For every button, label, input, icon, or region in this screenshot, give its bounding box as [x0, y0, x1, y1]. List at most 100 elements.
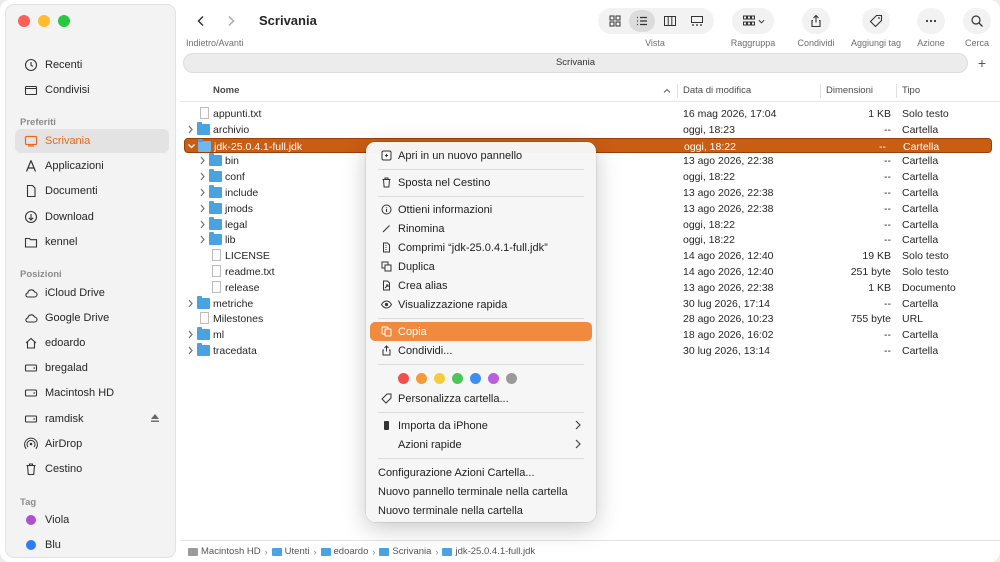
finder-window: Recenti Condivisi Preferiti Scrivania Ap…	[0, 0, 1000, 562]
sidebar-item-recenti[interactable]: Recenti	[15, 53, 169, 77]
menu-item-make-alias[interactable]: Crea alias	[370, 276, 592, 295]
sidebar-item-cestino[interactable]: Cestino	[15, 457, 169, 481]
sidebar-item-label: ramdisk	[45, 413, 84, 425]
share-label: Condividi	[797, 38, 835, 48]
file-size: --	[884, 202, 891, 215]
disclosure-chevron-right-icon[interactable]	[198, 187, 207, 198]
sidebar-item-label: Blu	[45, 539, 61, 551]
sidebar-item-condivisi[interactable]: Condivisi	[15, 78, 169, 102]
cloud-icon	[23, 310, 39, 326]
sidebar-item-google-drive[interactable]: Google Drive	[15, 306, 169, 330]
folder-icon	[198, 138, 211, 152]
disclosure-chevron-right-icon[interactable]	[186, 345, 195, 356]
menu-item-duplicate[interactable]: Duplica	[370, 257, 592, 276]
tag-color-option[interactable]	[488, 373, 499, 384]
close-window-button[interactable]	[18, 15, 30, 27]
file-name: Milestones	[213, 313, 264, 326]
file-date: 16 mag 2026, 17:04	[683, 108, 777, 120]
menu-item-rename[interactable]: Rinomina	[370, 219, 592, 238]
add-tag-button[interactable]	[862, 8, 890, 34]
tab-scrivania[interactable]: Scrivania	[183, 53, 968, 73]
eject-icon[interactable]	[149, 412, 161, 424]
disclosure-chevron-right-icon[interactable]	[198, 234, 207, 245]
disclosure-chevron-right-icon[interactable]	[198, 171, 207, 182]
menu-item-new-terminal[interactable]: Nuovo terminale nella cartella	[370, 501, 592, 520]
sidebar-item-edoardo[interactable]: edoardo	[15, 331, 169, 355]
menu-item-label: Apri in un nuovo pannello	[398, 149, 523, 162]
disclosure-chevron-right-icon[interactable]	[186, 124, 195, 135]
path-crumb[interactable]: Scrivania	[379, 546, 431, 557]
menu-item-open-new-pane[interactable]: Apri in un nuovo pannello	[370, 146, 592, 165]
sidebar-section-favorites: Preferiti	[20, 117, 56, 128]
search-button[interactable]	[963, 8, 991, 34]
menu-item-new-terminal-tab[interactable]: Nuovo pannello terminale nella cartella	[370, 482, 592, 501]
path-crumb[interactable]: Macintosh HD	[188, 546, 261, 557]
sidebar-item-macintosh-hd[interactable]: Macintosh HD	[15, 381, 169, 405]
column-kind-header[interactable]: Tipo	[902, 85, 920, 96]
share-icon	[380, 345, 392, 357]
path-crumb[interactable]: jdk-25.0.4.1-full.jdk	[442, 546, 535, 557]
sidebar-item-airdrop[interactable]: AirDrop	[15, 432, 169, 456]
desktop-icon	[23, 133, 39, 149]
menu-item-get-info[interactable]: Ottieni informazioni	[370, 200, 592, 219]
column-date-header[interactable]: Data di modifica	[683, 85, 751, 96]
sidebar-item-bregalad[interactable]: bregalad	[15, 356, 169, 380]
sidebar-item-download[interactable]: Download	[15, 205, 169, 229]
minimize-window-button[interactable]	[38, 15, 50, 27]
tag-color-option[interactable]	[470, 373, 481, 384]
sidebar-item-scrivania[interactable]: Scrivania	[15, 129, 169, 153]
new-tab-button[interactable]: +	[975, 56, 989, 70]
tag-color-option[interactable]	[434, 373, 445, 384]
sidebar-item-documenti[interactable]: Documenti	[15, 179, 169, 203]
action-button[interactable]	[917, 8, 945, 34]
disclosure-chevron-right-icon[interactable]	[186, 298, 195, 309]
menu-item-quick-look[interactable]: Visualizzazione rapida	[370, 295, 592, 314]
menu-item-copy[interactable]: Copia	[370, 322, 592, 341]
disclosure-chevron-right-icon[interactable]	[186, 329, 195, 340]
gallery-view-button[interactable]	[684, 10, 710, 32]
menu-item-customize-folder[interactable]: Personalizza cartella...	[370, 389, 592, 408]
tag-color-option[interactable]	[452, 373, 463, 384]
sidebar-item-kennel[interactable]: kennel	[15, 230, 169, 254]
menu-item-import-iphone[interactable]: Importa da iPhone	[370, 416, 592, 435]
sidebar-item-tag-viola[interactable]: Viola	[15, 508, 169, 532]
sidebar-item-ramdisk[interactable]: ramdisk	[15, 407, 169, 431]
menu-item-folder-actions-setup[interactable]: Configurazione Azioni Cartella...	[370, 463, 592, 482]
table-row[interactable]: archivio oggi, 18:23 -- Cartella	[180, 121, 1000, 138]
menu-item-compress[interactable]: Comprimi “jdk-25.0.4.1-full.jdk”	[370, 238, 592, 257]
zoom-window-button[interactable]	[58, 15, 70, 27]
disclosure-chevron-right-icon[interactable]	[198, 203, 207, 214]
forward-button[interactable]	[218, 8, 244, 34]
share-button[interactable]	[802, 8, 830, 34]
context-menu: Apri in un nuovo pannello Sposta nel Ces…	[366, 142, 596, 522]
sidebar-item-tag-blu[interactable]: Blu	[15, 533, 169, 557]
disclosure-chevron-right-icon[interactable]	[198, 155, 207, 166]
search-label: Cerca	[964, 38, 989, 48]
tag-color-option[interactable]	[506, 373, 517, 384]
tag-color-option[interactable]	[416, 373, 427, 384]
sidebar-item-applicazioni[interactable]: Applicazioni	[15, 154, 169, 178]
icon-view-button[interactable]	[602, 10, 628, 32]
column-name-header[interactable]: Nome	[213, 85, 239, 96]
file-size: --	[884, 297, 891, 310]
file-name: release	[225, 281, 260, 294]
menu-item-quick-actions[interactable]: Azioni rapide	[370, 435, 592, 454]
ellipsis-icon	[925, 19, 937, 23]
archive-icon	[380, 242, 392, 254]
back-button[interactable]	[188, 8, 214, 34]
column-size-header[interactable]: Dimensioni	[826, 85, 873, 96]
disclosure-chevron-down-icon[interactable]	[187, 141, 196, 152]
path-crumb[interactable]: Utenti	[271, 546, 310, 557]
table-row[interactable]: appunti.txt 16 mag 2026, 17:04 1 KB Solo te…	[180, 106, 1000, 122]
menu-item-share[interactable]: Condividi...	[370, 341, 592, 360]
column-view-button[interactable]	[657, 10, 683, 32]
tag-color-option[interactable]	[398, 373, 409, 384]
group-button[interactable]	[732, 8, 774, 34]
disclosure-chevron-right-icon[interactable]	[198, 219, 207, 230]
list-view-button[interactable]	[629, 10, 656, 32]
menu-item-move-trash[interactable]: Sposta nel Cestino	[370, 173, 592, 192]
sidebar-item-icloud[interactable]: iCloud Drive	[15, 281, 169, 305]
file-kind: Solo testo	[902, 250, 949, 263]
grid-icon	[609, 15, 621, 27]
path-crumb[interactable]: edoardo	[320, 546, 368, 557]
